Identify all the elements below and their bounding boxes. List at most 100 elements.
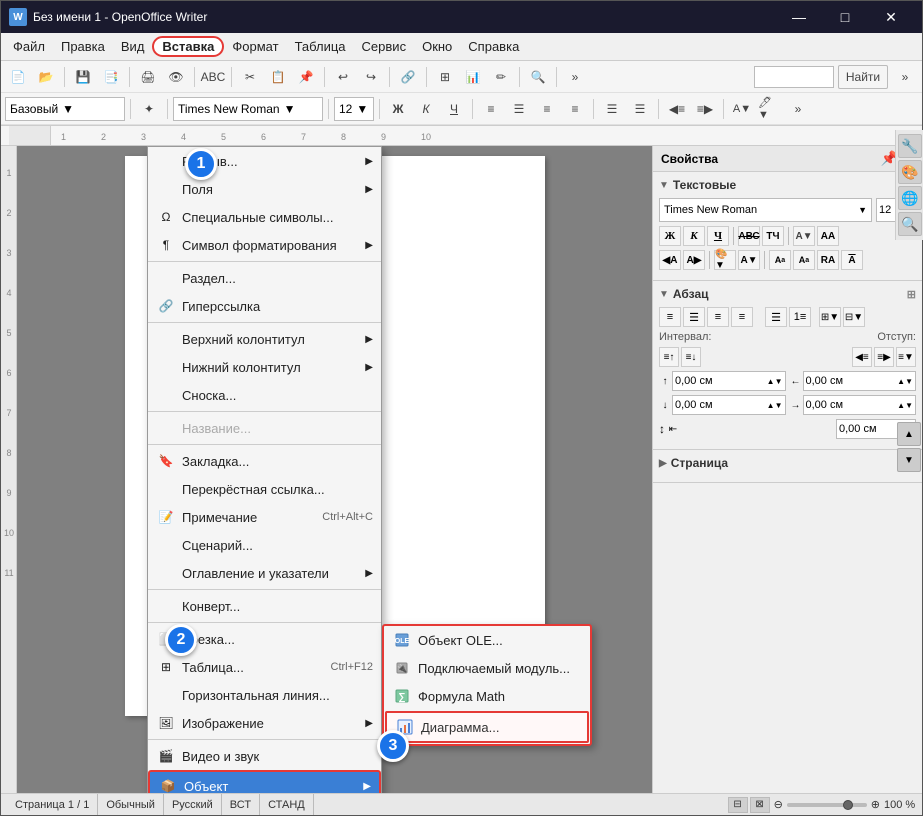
font-color-btn[interactable]: A▼	[729, 97, 755, 121]
bg-color-btn[interactable]: 🎨▼	[714, 250, 736, 270]
menu-horiz-line[interactable]: Горизонтальная линия...	[148, 681, 381, 709]
right-offset-input[interactable]: 0,00 см ▲▼	[803, 395, 917, 415]
styles-icon[interactable]: ✦	[136, 97, 162, 121]
menu-envelope[interactable]: Конверт...	[148, 592, 381, 620]
indent-settings[interactable]: ⊞▼	[819, 307, 841, 327]
num-list-btn[interactable]: ☰	[627, 97, 653, 121]
para-section-expand[interactable]: ⊞	[907, 288, 916, 301]
strikethrough-btn[interactable]: АВС	[738, 226, 760, 246]
menu-fields[interactable]: Поля ▶	[148, 175, 381, 203]
view-btn-1[interactable]: ⊟	[728, 797, 748, 813]
copy-btn[interactable]: 📋	[265, 65, 291, 89]
more-btn2[interactable]: »	[785, 97, 811, 121]
font-name-selector[interactable]: Times New Roman ▼	[659, 198, 872, 222]
ruby-btn[interactable]: RA	[817, 250, 839, 270]
para-align-left[interactable]: ≡	[659, 307, 681, 327]
menu-insert[interactable]: Вставка	[152, 36, 224, 57]
align-left-btn[interactable]: ≡	[478, 97, 504, 121]
para-align-right[interactable]: ≡	[707, 307, 729, 327]
hyperlink-btn[interactable]: 🔗	[395, 65, 421, 89]
menu-file[interactable]: Файл	[5, 36, 53, 57]
side-icon-2[interactable]: 🎨	[898, 160, 922, 184]
menu-bookmark[interactable]: 🔖 Закладка...	[148, 447, 381, 475]
align-right-btn2[interactable]: A▶	[683, 250, 705, 270]
menu-format-symbol[interactable]: ¶ Символ форматирования ▶	[148, 231, 381, 259]
para-more[interactable]: ⊟▼	[843, 307, 865, 327]
chart-btn[interactable]: 📊	[460, 65, 486, 89]
space-above-dec[interactable]: ≡↑	[659, 347, 679, 367]
indent-dec-btn[interactable]: ◀≡	[664, 97, 690, 121]
menu-toc[interactable]: Оглавление и указатели ▶	[148, 559, 381, 587]
font-color-btn2[interactable]: A▼	[793, 226, 815, 246]
menu-special-chars[interactable]: Ω Специальные символы...	[148, 203, 381, 231]
bold-format-btn[interactable]: Ж	[659, 226, 681, 246]
subscript-btn[interactable]: Aa	[793, 250, 815, 270]
find-input[interactable]	[754, 66, 834, 88]
menu-cross-ref[interactable]: Перекрёстная ссылка...	[148, 475, 381, 503]
list-ordered[interactable]: 1≡	[789, 307, 811, 327]
italic-btn[interactable]: К	[413, 97, 439, 121]
submenu-chart[interactable]: Диаграмма...	[385, 711, 589, 743]
superscript-btn[interactable]: Aa	[769, 250, 791, 270]
find-more-btn[interactable]: »	[892, 65, 918, 89]
save-as-btn[interactable]: 📑	[98, 65, 124, 89]
menu-help[interactable]: Справка	[460, 36, 527, 57]
offset-dec[interactable]: ◀≡	[852, 347, 872, 367]
menu-object[interactable]: 📦 Объект ▶	[148, 770, 381, 793]
side-icon-1[interactable]: 🔧	[898, 146, 922, 158]
scroll-down-btn[interactable]: ▼	[897, 448, 921, 472]
menu-video[interactable]: 🎬 Видео и звук	[148, 742, 381, 770]
page-collapse-icon[interactable]: ▶	[659, 458, 667, 469]
cut-btn[interactable]: ✂	[237, 65, 263, 89]
align-left-btn2[interactable]: ◀A	[659, 250, 681, 270]
style-combo[interactable]: Базовый ▼	[5, 97, 125, 121]
open-btn[interactable]: 📂	[33, 65, 59, 89]
menu-view[interactable]: Вид	[113, 36, 153, 57]
menu-header[interactable]: Верхний колонтитул ▶	[148, 325, 381, 353]
menu-image[interactable]: 🖼 Изображение ▶	[148, 709, 381, 737]
undo-btn[interactable]: ↩	[330, 65, 356, 89]
close-button[interactable]: ✕	[868, 1, 914, 33]
char-spacing-btn[interactable]: АА	[817, 226, 839, 246]
print-btn[interactable]: 🖨	[135, 65, 161, 89]
underline-format-btn[interactable]: Ч	[707, 226, 729, 246]
submenu-formula[interactable]: ∑ Формула Math	[384, 682, 590, 710]
submenu-ole[interactable]: OLE Объект OLE...	[384, 626, 590, 654]
draw-btn[interactable]: ✏	[488, 65, 514, 89]
list-unordered[interactable]: ☰	[765, 307, 787, 327]
find-btn[interactable]: 🔍	[525, 65, 551, 89]
submenu-plugin[interactable]: 🔌 Подключаемый модуль...	[384, 654, 590, 682]
align-center-btn[interactable]: ☰	[506, 97, 532, 121]
align-justify-btn[interactable]: ≡	[562, 97, 588, 121]
menu-break[interactable]: Разрыв... ▶	[148, 147, 381, 175]
menu-edit[interactable]: Правка	[53, 36, 113, 57]
scroll-up-btn[interactable]: ▲	[897, 422, 921, 446]
save-btn[interactable]: 💾	[70, 65, 96, 89]
menu-note[interactable]: 📝 Примечание Ctrl+Alt+C	[148, 503, 381, 531]
font-size-combo[interactable]: 12 ▼	[334, 97, 374, 121]
new-btn[interactable]: 📄	[5, 65, 31, 89]
side-icon-3[interactable]: 🌐	[898, 186, 922, 210]
view-btn-2[interactable]: ⊠	[750, 797, 770, 813]
left-offset-input[interactable]: 0,00 см ▲▼	[803, 371, 917, 391]
zoom-slider[interactable]	[787, 803, 867, 807]
menu-tools[interactable]: Сервис	[354, 36, 415, 57]
underline-btn[interactable]: Ч	[441, 97, 467, 121]
offset-inc[interactable]: ≡▶	[874, 347, 894, 367]
align-right-btn[interactable]: ≡	[534, 97, 560, 121]
font-name-combo[interactable]: Times New Roman ▼	[173, 97, 323, 121]
menu-section[interactable]: Раздел...	[148, 264, 381, 292]
font-bg-btn[interactable]: A▼	[738, 250, 760, 270]
list-btn[interactable]: ☰	[599, 97, 625, 121]
menu-hyperlink[interactable]: 🔗 Гиперссылка	[148, 292, 381, 320]
para-align-justify[interactable]: ≡	[731, 307, 753, 327]
menu-scenario[interactable]: Сценарий...	[148, 531, 381, 559]
shadow-btn[interactable]: ТЧ	[762, 226, 784, 246]
indent-inc-btn[interactable]: ≡▶	[692, 97, 718, 121]
below-spacing-input[interactable]: 0,00 см ▲▼	[672, 395, 786, 415]
paste-btn[interactable]: 📌	[293, 65, 319, 89]
para-collapse-icon[interactable]: ▼	[659, 289, 669, 300]
bold-btn[interactable]: Ж	[385, 97, 411, 121]
text-collapse-icon[interactable]: ▼	[659, 180, 669, 191]
redo-btn[interactable]: ↪	[358, 65, 384, 89]
